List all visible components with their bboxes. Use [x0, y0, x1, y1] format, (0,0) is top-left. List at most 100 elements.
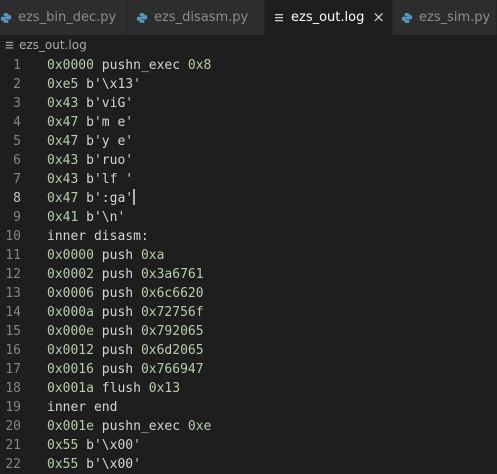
text-token: push [93, 343, 141, 358]
line-number: 2 [13, 77, 21, 92]
code-line[interactable]: 8 0x47 b':ga' [0, 189, 497, 208]
line-number: 4 [13, 115, 21, 130]
code-line[interactable]: 19 inner end [0, 398, 497, 417]
code-line[interactable]: 6 0x43 b'ruo' [0, 151, 497, 170]
code-line[interactable]: 20 0x001e pushn_exec 0xe [0, 417, 497, 436]
code-line[interactable]: 11 0x0000 push 0xa [0, 246, 497, 265]
line-content: 0x0000 pushn_exec 0x8 [47, 56, 211, 75]
code-line[interactable]: 3 0x43 b'viG' [0, 94, 497, 113]
number-token: 0x3a6761 [140, 267, 204, 282]
line-number: 19 [5, 400, 21, 415]
code-line[interactable]: 12 0x0002 push 0x3a6761 [0, 265, 497, 284]
tab-label: ezs_out.log [291, 10, 365, 25]
number-token: 0x766947 [140, 362, 204, 377]
line-content: 0x000a push 0x72756f [47, 303, 204, 322]
python-icon [136, 12, 148, 24]
code-line[interactable]: 1 0x0000 pushn_exec 0x8 [0, 56, 497, 75]
address-token: 0x47 [47, 134, 79, 149]
breadcrumb-file[interactable]: ezs_out.log [19, 38, 87, 52]
line-number: 14 [5, 305, 21, 320]
text-token: b'lf ' [78, 172, 134, 187]
text-token: pushn_exec [93, 419, 188, 434]
code-line[interactable]: 10 inner disasm: [0, 227, 497, 246]
line-content: 0x43 b'viG' [47, 94, 133, 113]
line-content: 0x55 b'\x00' [47, 436, 141, 455]
number-token: 0x792065 [140, 324, 204, 339]
text-token: b'y e' [78, 134, 134, 149]
number-token: 0x72756f [140, 305, 204, 320]
text-token: b'\n' [78, 210, 126, 225]
code-line[interactable]: 16 0x0012 push 0x6d2065 [0, 341, 497, 360]
tab-bar: ezs_bin_dec.py ezs_disasm.py ezs_out.log… [0, 0, 497, 35]
line-content: 0x001e pushn_exec 0xe [47, 417, 211, 436]
line-content: 0x43 b'lf ' [47, 170, 133, 189]
line-number: 7 [13, 172, 21, 187]
code-line[interactable]: 7 0x43 b'lf ' [0, 170, 497, 189]
code-line[interactable]: 9 0x41 b'\n' [0, 208, 497, 227]
line-content: inner disasm: [47, 227, 149, 246]
number-token: 0xe [187, 419, 212, 434]
tab-ezs-sim[interactable]: ezs_sim.py [393, 0, 497, 35]
line-number: 17 [5, 362, 21, 377]
address-token: 0x001a [47, 381, 94, 396]
line-number: 10 [5, 229, 21, 244]
address-token: 0xe5 [47, 77, 79, 92]
code-line[interactable]: 5 0x47 b'y e' [0, 132, 497, 151]
text-token: b':ga' [78, 191, 134, 206]
line-content: 0x47 b'y e' [47, 132, 133, 151]
number-token: 0x8 [187, 58, 212, 73]
address-token: 0x43 [47, 96, 79, 111]
code-line[interactable]: 14 0x000a push 0x72756f [0, 303, 497, 322]
line-number: 11 [5, 248, 21, 263]
code-line[interactable]: 4 0x47 b'm e' [0, 113, 497, 132]
line-content: 0x41 b'\n' [47, 208, 125, 227]
code-line[interactable]: 2 0xe5 b'\x13' [0, 75, 497, 94]
address-token: 0x0000 [47, 248, 94, 263]
text-token: b'\x00' [78, 457, 141, 472]
code-line[interactable]: 18 0x001a flush 0x13 [0, 379, 497, 398]
tab-ezs-bin-dec[interactable]: ezs_bin_dec.py [0, 0, 128, 35]
text-token: b'\x00' [78, 438, 141, 453]
code-line[interactable]: 22 0x55 b'\x00' [0, 455, 497, 474]
close-icon[interactable]: × [372, 10, 385, 25]
line-number: 1 [13, 58, 21, 73]
line-number: 18 [5, 381, 21, 396]
tab-label: ezs_disasm.py [154, 10, 249, 25]
line-number: 5 [13, 134, 21, 149]
tab-ezs-out-log[interactable]: ezs_out.log × [265, 0, 393, 35]
tab-label: ezs_sim.py [419, 10, 491, 25]
line-content: 0x47 b':ga' [47, 189, 136, 208]
number-token: 0x6c6620 [140, 286, 204, 301]
text-token: b'ruo' [78, 153, 134, 168]
code-line[interactable]: 17 0x0016 push 0x766947 [0, 360, 497, 379]
code-line[interactable]: 15 0x000e push 0x792065 [0, 322, 497, 341]
address-token: 0x0012 [47, 343, 94, 358]
text-token: inner end [47, 400, 118, 415]
line-content: 0x55 b'\x00' [47, 455, 141, 474]
tab-ezs-disasm[interactable]: ezs_disasm.py [128, 0, 265, 35]
line-number: 16 [5, 343, 21, 358]
line-content: inner end [47, 398, 117, 417]
address-token: 0x41 [47, 210, 79, 225]
line-number: 3 [13, 96, 21, 111]
line-number: 12 [5, 267, 21, 282]
log-file-icon [273, 12, 285, 24]
line-number: 21 [5, 438, 21, 453]
address-token: 0x0002 [47, 267, 94, 282]
line-number: 8 [13, 191, 21, 206]
text-token: b'm e' [78, 115, 134, 130]
number-token: 0xa [140, 248, 165, 263]
line-content: 0x0012 push 0x6d2065 [47, 341, 204, 360]
text-token: push [93, 324, 141, 339]
code-editor[interactable]: 1 0x0000 pushn_exec 0x8 2 0xe5 b'\x13' 3 0x43… [0, 56, 497, 473]
text-token: push [93, 362, 141, 377]
code-line[interactable]: 21 0x55 b'\x00' [0, 436, 497, 455]
tab-label: ezs_bin_dec.py [18, 10, 117, 25]
address-token: 0x55 [47, 438, 79, 453]
log-file-icon [4, 40, 15, 51]
python-icon [401, 12, 413, 24]
address-token: 0x55 [47, 457, 79, 472]
line-content: 0x0016 push 0x766947 [47, 360, 204, 379]
code-line[interactable]: 13 0x0006 push 0x6c6620 [0, 284, 497, 303]
line-content: 0x47 b'm e' [47, 113, 133, 132]
